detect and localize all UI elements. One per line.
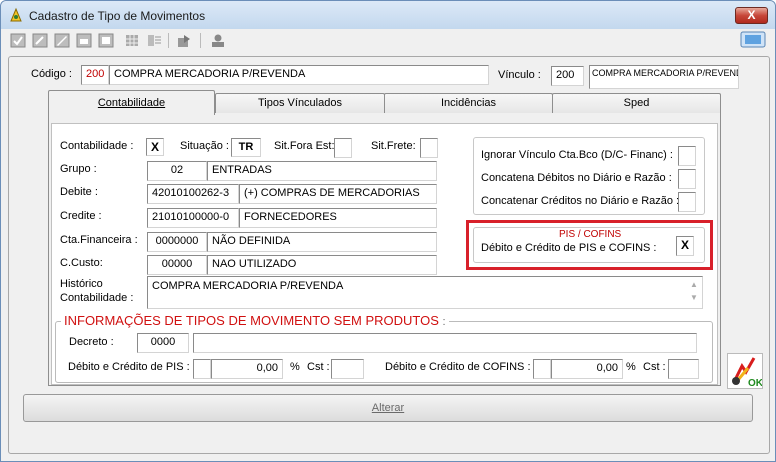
grupo-code[interactable]: 02	[147, 161, 207, 181]
contabilidade-checkbox[interactable]: X	[146, 138, 164, 156]
vinculo-description[interactable]: COMPRA MERCADORIA P/REVENDA	[589, 65, 739, 89]
confirm-icon[interactable]	[10, 33, 26, 48]
cta-financeira-label: Cta.Financeira :	[60, 234, 138, 246]
ok-icon: OK	[732, 357, 764, 389]
pis-percent: %	[290, 361, 300, 373]
cofins-cst-input[interactable]	[668, 359, 699, 379]
credito-code[interactable]: 21010100000-0	[147, 208, 239, 228]
grid-icon[interactable]	[124, 33, 140, 48]
cofins-value[interactable]: 0,00	[551, 359, 623, 379]
sit-fora-est-checkbox[interactable]	[334, 138, 352, 158]
app-icon	[10, 7, 22, 22]
cofins-checkbox[interactable]	[533, 359, 551, 379]
pis-cst-input[interactable]	[331, 359, 364, 379]
pis-value[interactable]: 0,00	[211, 359, 283, 379]
cta-financeira-code[interactable]: 0000000	[147, 232, 207, 252]
situacao-input[interactable]: TR	[231, 138, 261, 157]
user-icon[interactable]	[210, 33, 226, 48]
vinculo-input[interactable]: 200	[551, 66, 584, 86]
monitor-icon[interactable]	[740, 31, 766, 48]
title-bar: Cadastro de Tipo de Movimentos X	[1, 1, 775, 29]
historico-value: COMPRA MERCADORIA P/REVENDA	[152, 280, 344, 292]
historico-scrollbar[interactable]: ▲ ▼	[687, 278, 701, 307]
ccusto-code[interactable]: 00000	[147, 255, 207, 275]
print-icon[interactable]	[98, 33, 114, 48]
tab-contabilidade[interactable]: Contabilidade	[48, 90, 215, 115]
vinculo-label: Vínculo :	[498, 69, 541, 81]
toolbar	[6, 31, 770, 51]
ignorar-vinculo-label: Ignorar Vínculo Cta.Bco (D/C- Financ) :	[481, 149, 673, 161]
sit-frete-label: Sit.Frete:	[371, 140, 416, 152]
toolbar-separator	[200, 33, 201, 48]
ignorar-vinculo-checkbox[interactable]	[678, 146, 696, 166]
debito-code[interactable]: 42010100262-3	[147, 184, 239, 204]
debito-description[interactable]: (+) COMPRAS DE MERCADORIAS	[239, 184, 437, 204]
codigo-input[interactable]: 200	[81, 65, 109, 85]
tab-sped[interactable]: Sped	[552, 93, 721, 113]
grupo-label: Grupo :	[60, 163, 97, 175]
export-icon[interactable]	[176, 33, 192, 48]
cofins-label: Débito e Crédito de COFINS :	[385, 361, 531, 373]
sit-fora-est-label: Sit.Fora Est:	[274, 140, 335, 152]
historico-label-2: Contabilidade :	[60, 292, 134, 304]
codigo-label: Código :	[31, 68, 72, 80]
pis-cofins-label: Débito e Crédito de PIS e COFINS :	[481, 242, 657, 254]
ccusto-label: C.Custo:	[60, 257, 103, 269]
pis-label: Débito e Crédito de PIS :	[68, 361, 190, 373]
window-title: Cadastro de Tipo de Movimentos	[29, 9, 206, 23]
historico-label: Histórico	[60, 278, 103, 290]
contabilidade-label: Contabilidade :	[60, 140, 134, 152]
tab-tipos-vinculados[interactable]: Tipos Vínculados	[215, 93, 385, 113]
concatena-creditos-label: Concatenar Créditos no Diário e Razão :	[481, 195, 680, 207]
codigo-description[interactable]: COMPRA MERCADORIA P/REVENDA	[109, 65, 489, 85]
grupo-description[interactable]: ENTRADAS	[207, 161, 437, 181]
list-icon[interactable]	[146, 33, 162, 48]
historico-textarea[interactable]: COMPRA MERCADORIA P/REVENDA ▲ ▼	[147, 276, 703, 309]
delete-icon[interactable]	[76, 33, 92, 48]
pis-cofins-title: PIS / COFINS	[559, 229, 622, 240]
decreto-code[interactable]: 0000	[137, 333, 189, 353]
edit-icon[interactable]	[32, 33, 48, 48]
sem-produtos-title: INFORMAÇÕES DE TIPOS DE MOVIMENTO SEM PR…	[61, 313, 449, 328]
main-window: Cadastro de Tipo de Movimentos X Código …	[0, 0, 776, 462]
ccusto-description[interactable]: NAO UTILIZADO	[207, 255, 437, 275]
tab-incidencias[interactable]: Incidências	[384, 93, 553, 113]
debito-label: Debite :	[60, 186, 98, 198]
credito-description[interactable]: FORNECEDORES	[239, 208, 437, 228]
cofins-cst-label: Cst :	[643, 361, 666, 373]
situacao-label: Situação :	[180, 140, 229, 152]
edit-pen-icon[interactable]	[54, 33, 70, 48]
decreto-label: Decreto :	[69, 336, 114, 348]
sit-frete-checkbox[interactable]	[420, 138, 438, 158]
ok-button[interactable]: OK	[727, 353, 764, 389]
svg-text:OK: OK	[748, 378, 762, 388]
concatena-debitos-label: Concatena Débitos no Diário e Razão :	[481, 172, 672, 184]
pis-checkbox[interactable]	[193, 359, 211, 379]
alterar-button[interactable]: Alterar	[23, 394, 753, 422]
cofins-percent: %	[626, 361, 636, 373]
cta-financeira-description[interactable]: NÃO DEFINIDA	[207, 232, 437, 252]
pis-cofins-checkbox[interactable]: X	[676, 236, 694, 256]
toolbar-separator	[168, 33, 169, 48]
concatena-creditos-checkbox[interactable]	[678, 192, 696, 212]
close-button[interactable]: X	[735, 7, 768, 24]
credito-label: Credite :	[60, 210, 102, 222]
pis-cst-label: Cst :	[307, 361, 330, 373]
decreto-description[interactable]	[193, 333, 697, 353]
concatena-debitos-checkbox[interactable]	[678, 169, 696, 189]
